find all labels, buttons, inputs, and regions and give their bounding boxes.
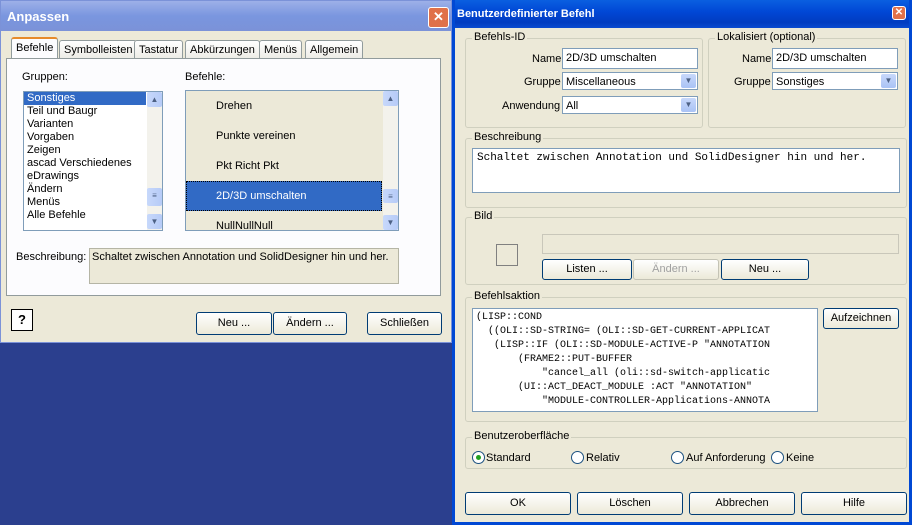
radio-relativ[interactable]: [571, 451, 584, 464]
ok-button[interactable]: OK: [465, 492, 571, 515]
customize-dialog: Anpassen ✕ Befehle Symbolleisten Tastatu…: [0, 0, 452, 343]
custom-command-title: Benutzerdefinierter Befehl: [457, 8, 595, 20]
cancel-button[interactable]: Abbrechen: [689, 492, 795, 515]
group-label: Gruppe: [524, 76, 561, 88]
list-item[interactable]: Vorgaben: [24, 131, 146, 144]
code-line: "cancel_all (oli::sd-switch-applicatic: [476, 368, 771, 379]
description-label: Beschreibung:: [16, 251, 87, 263]
change-button[interactable]: Ändern ...: [273, 312, 347, 335]
list-item[interactable]: Sonstiges: [24, 92, 146, 105]
chevron-down-icon[interactable]: ▼: [681, 98, 696, 112]
record-button[interactable]: Aufzeichnen: [823, 308, 899, 329]
radio-on-demand[interactable]: [671, 451, 684, 464]
list-item[interactable]: Pkt Richt Pkt: [186, 151, 382, 181]
chevron-down-icon[interactable]: ▼: [681, 74, 696, 88]
groups-list[interactable]: Sonstiges Teil und Baugr Varianten Vorgaben…: [23, 91, 163, 231]
commands-scrollbar[interactable]: ▲ ≡ ▼: [383, 91, 398, 230]
list-item[interactable]: Punkte vereinen: [186, 121, 382, 151]
customize-titlebar[interactable]: Anpassen ✕: [1, 1, 451, 31]
tab-abkuerzungen[interactable]: Abkürzungen: [185, 40, 260, 59]
help-icon[interactable]: ?: [11, 309, 33, 331]
localized-name-field[interactable]: 2D/3D umschalten: [772, 48, 898, 69]
list-item[interactable]: 2D/3D umschalten: [186, 181, 382, 211]
scroll-thumb[interactable]: ≡: [383, 189, 398, 203]
localized-name-label: Name: [742, 53, 772, 65]
radio-none[interactable]: [771, 451, 784, 464]
list-item[interactable]: Varianten: [24, 118, 146, 131]
image-path-field[interactable]: [542, 234, 899, 254]
code-line: ((OLI::SD-STRING= (OLI::SD-GET-CURRENT-A…: [476, 326, 771, 337]
name-label: Name: [532, 53, 562, 65]
list-item[interactable]: NullNullNull: [186, 211, 382, 230]
code-line: (FRAME2::PUT-BUFFER: [476, 354, 633, 365]
list-button[interactable]: Listen ...: [542, 259, 632, 280]
list-item[interactable]: eDrawings: [24, 170, 146, 183]
close-icon[interactable]: ✕: [892, 6, 906, 20]
list-item[interactable]: Ändern: [24, 183, 146, 196]
localized-group-select[interactable]: Sonstiges ▼: [772, 72, 898, 90]
scroll-thumb[interactable]: ≡: [147, 188, 162, 206]
chevron-down-icon[interactable]: ▼: [881, 74, 896, 88]
list-item[interactable]: Zeigen: [24, 144, 146, 157]
customize-title: Anpassen: [7, 9, 70, 24]
new-button[interactable]: Neu ...: [196, 312, 272, 335]
image-change-button[interactable]: Ändern ...: [633, 259, 719, 280]
action-group-label: Befehlsaktion: [472, 290, 543, 302]
ui-group-label: Benutzeroberfläche: [472, 430, 572, 442]
scroll-up-icon[interactable]: ▲: [147, 92, 162, 107]
image-group-label: Bild: [472, 210, 495, 222]
command-id-group-label: Befehls-ID: [472, 31, 528, 43]
localized-group-label: Lokalisiert (optional): [715, 31, 818, 43]
code-line: (LISP::COND: [476, 312, 543, 323]
localized-group-select-label: Gruppe: [734, 76, 771, 88]
application-select-value: All: [566, 100, 579, 112]
tab-tastatur[interactable]: Tastatur: [134, 40, 184, 59]
tab-menues[interactable]: Menüs: [259, 40, 303, 59]
image-preview: [496, 244, 518, 266]
help-button[interactable]: Hilfe: [801, 492, 907, 515]
close-icon[interactable]: ✕: [428, 7, 449, 28]
radio-none-label: Keine: [786, 452, 815, 464]
radio-standard[interactable]: [472, 451, 485, 464]
localized-group-select-value: Sonstiges: [776, 76, 825, 88]
list-item[interactable]: Menüs: [24, 196, 146, 209]
list-item[interactable]: Teil und Baugr: [24, 105, 146, 118]
group-select[interactable]: Miscellaneous ▼: [562, 72, 698, 90]
commands-list[interactable]: Drehen Punkte vereinen Pkt Richt Pkt 2D/3D …: [185, 90, 399, 231]
action-code-editor[interactable]: (LISP::COND ((OLI::SD-STRING= (OLI::SD-G…: [472, 308, 818, 412]
tab-allgemein[interactable]: Allgemein: [305, 40, 364, 59]
application-label: Anwendung: [502, 100, 561, 112]
code-line: (LISP::IF (OLI::SD-MODULE-ACTIVE-P "ANNO…: [476, 340, 771, 351]
commands-label: Befehle:: [185, 71, 226, 83]
tab-symbolleisten[interactable]: Symbolleisten: [59, 40, 138, 59]
list-item[interactable]: ascad Verschiedenes: [24, 157, 146, 170]
close-button[interactable]: Schließen: [367, 312, 442, 335]
group-select-value: Miscellaneous: [566, 76, 636, 88]
custom-command-dialog: Benutzerdefinierter Befehl ✕ Befehls-ID …: [452, 0, 912, 525]
scroll-down-icon[interactable]: ▼: [147, 214, 162, 229]
code-line: (UI::ACT_DEACT_MODULE :ACT "ANNOTATION": [476, 382, 753, 393]
list-item[interactable]: Drehen: [186, 91, 382, 121]
custom-command-titlebar[interactable]: Benutzerdefinierter Befehl ✕: [455, 0, 909, 28]
scroll-up-icon[interactable]: ▲: [383, 91, 398, 106]
scroll-down-icon[interactable]: ▼: [383, 215, 398, 230]
groups-scrollbar[interactable]: ▲ ≡ ▼: [147, 92, 162, 230]
name-field[interactable]: 2D/3D umschalten: [562, 48, 698, 69]
radio-standard-label: Standard: [486, 452, 531, 464]
application-select[interactable]: All ▼: [562, 96, 698, 114]
description-box: Schaltet zwischen Annotation und SolidDe…: [89, 248, 399, 284]
delete-button[interactable]: Löschen: [577, 492, 683, 515]
groups-label: Gruppen:: [22, 71, 68, 83]
code-line: "MODULE-CONTROLLER-Applications-ANNOTA: [476, 396, 771, 407]
image-new-button[interactable]: Neu ...: [721, 259, 809, 280]
radio-on-demand-label: Auf Anforderung: [686, 452, 766, 464]
radio-relativ-label: Relativ: [586, 452, 620, 464]
description-textarea[interactable]: Schaltet zwischen Annotation und SolidDe…: [472, 148, 900, 193]
description-group-label: Beschreibung: [472, 131, 544, 143]
list-item[interactable]: Alle Befehle: [24, 209, 146, 222]
